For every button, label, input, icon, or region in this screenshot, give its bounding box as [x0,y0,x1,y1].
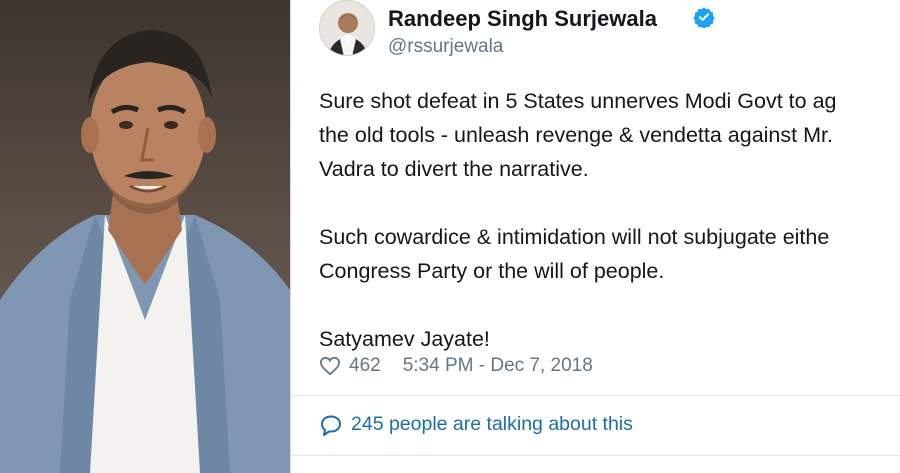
like-count: 462 [349,355,381,376]
tweet-body-text: Sure shot defeat in 5 States unnerves Mo… [319,89,837,351]
heart-icon[interactable] [319,356,341,376]
reply-bubble-icon [321,415,341,436]
tweet-meta: 462 5:34 PM - Dec 7, 2018 [319,355,593,377]
avatar-image-icon [320,1,374,55]
verified-badge-icon [693,7,715,28]
talking-about-text[interactable]: 245 people are talking about this [351,413,633,436]
author-display-name[interactable]: Randeep Singh Surjewala [388,6,657,32]
author-handle[interactable]: @rssurjewala [388,36,503,58]
bottom-separator-line [291,455,900,456]
separator-line [291,395,900,396]
tweet-card: Randeep Singh Surjewala @rssurjewala Sur… [291,0,900,473]
tweet-timestamp[interactable]: 5:34 PM - Dec 7, 2018 [403,355,593,377]
person-illustration [0,0,290,473]
person-photo [0,0,290,473]
talking-about-link[interactable]: 245 people are talking about this [319,413,633,436]
author-avatar[interactable] [319,0,375,56]
